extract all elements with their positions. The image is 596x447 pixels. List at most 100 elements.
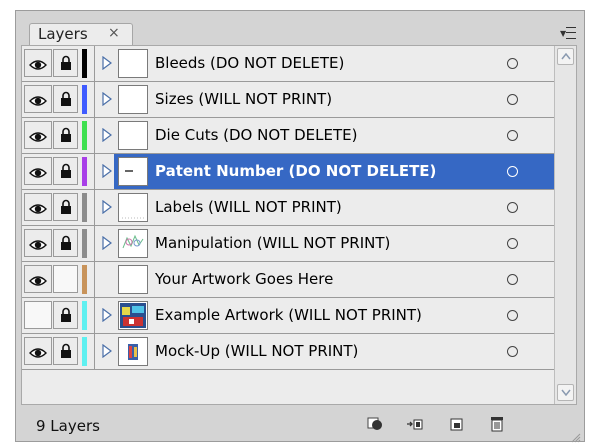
lock-icon [60, 343, 72, 359]
lock-toggle[interactable] [53, 265, 78, 293]
vertical-scrollbar[interactable] [554, 46, 576, 404]
target-circle-icon[interactable] [507, 94, 518, 105]
layer-color-swatch [82, 229, 87, 258]
target-circle-icon[interactable] [507, 310, 518, 321]
layer-thumbnail [118, 301, 148, 330]
lock-toggle[interactable] [53, 337, 78, 365]
layer-row[interactable]: Manipulation (WILL NOT PRINT) [22, 226, 554, 262]
layer-row[interactable]: Patent Number (DO NOT DELETE) [22, 154, 554, 190]
column-divider [94, 334, 95, 370]
target-circle-icon[interactable] [507, 130, 518, 141]
expand-triangle-icon[interactable] [102, 91, 112, 107]
lock-toggle[interactable] [53, 193, 78, 221]
lock-toggle[interactable] [53, 121, 78, 149]
expand-triangle-icon[interactable] [102, 127, 112, 143]
lock-toggle[interactable] [53, 229, 78, 257]
layer-row[interactable]: Mock-Up (WILL NOT PRINT) [22, 334, 554, 370]
make-clipping-mask-icon[interactable] [366, 416, 384, 432]
scroll-down-icon[interactable] [557, 384, 574, 401]
layer-name[interactable]: Labels (WILL NOT PRINT) [155, 198, 342, 216]
eye-icon [29, 165, 47, 178]
target-circle-icon[interactable] [507, 166, 518, 177]
tab-layers[interactable]: Layers × [29, 23, 133, 45]
layer-color-swatch [82, 49, 87, 78]
layer-name[interactable]: Mock-Up (WILL NOT PRINT) [155, 342, 358, 360]
layer-color-swatch [82, 193, 87, 222]
lock-icon [60, 91, 72, 107]
layer-name[interactable]: Sizes (WILL NOT PRINT) [155, 90, 332, 108]
layer-row[interactable]: Sizes (WILL NOT PRINT) [22, 82, 554, 118]
expand-triangle-icon[interactable] [102, 199, 112, 215]
expand-triangle-icon[interactable] [102, 235, 112, 251]
lock-icon [60, 307, 72, 323]
column-divider [94, 190, 95, 226]
layer-thumbnail [118, 337, 148, 366]
eye-icon [29, 201, 47, 214]
layer-color-swatch [82, 121, 87, 150]
visibility-toggle[interactable] [24, 337, 52, 365]
visibility-toggle[interactable] [24, 121, 52, 149]
layer-color-swatch [82, 301, 87, 330]
target-circle-icon[interactable] [507, 274, 518, 285]
expand-triangle-icon[interactable] [102, 163, 112, 179]
lock-toggle[interactable] [53, 157, 78, 185]
visibility-toggle[interactable] [24, 49, 52, 77]
scroll-up-icon[interactable] [557, 48, 574, 65]
layer-thumbnail [118, 85, 148, 114]
visibility-toggle[interactable] [24, 193, 52, 221]
layer-row[interactable]: Your Artwork Goes Here [22, 262, 554, 298]
target-circle-icon[interactable] [507, 238, 518, 249]
visibility-toggle[interactable] [24, 229, 52, 257]
layer-row[interactable]: Bleeds (DO NOT DELETE) [22, 46, 554, 82]
layer-color-swatch [82, 157, 87, 186]
lock-toggle[interactable] [53, 85, 78, 113]
create-sublayer-icon[interactable] [406, 416, 424, 432]
panel-tab-bar: Layers × ▼ [16, 11, 584, 45]
target-circle-icon[interactable] [507, 58, 518, 69]
layer-name[interactable]: Your Artwork Goes Here [155, 270, 333, 288]
layer-color-swatch [82, 265, 87, 294]
layer-name[interactable]: Bleeds (DO NOT DELETE) [155, 54, 344, 72]
lock-toggle[interactable] [53, 301, 78, 329]
visibility-toggle[interactable] [24, 301, 52, 329]
expand-triangle-icon[interactable] [102, 55, 112, 71]
delete-layer-icon[interactable] [488, 416, 506, 432]
visibility-toggle[interactable] [24, 157, 52, 185]
layers-panel: Layers × ▼ Bleeds (DO NOT DELETE) Sizes (… [15, 10, 585, 443]
panel-footer: 9 Layers [16, 406, 584, 443]
lock-icon [60, 127, 72, 143]
visibility-toggle[interactable] [24, 265, 52, 293]
panel-menu-icon[interactable]: ▼ [560, 27, 576, 39]
column-divider [94, 118, 95, 154]
lock-toggle[interactable] [53, 49, 78, 77]
column-divider [94, 46, 95, 82]
lock-icon [60, 55, 72, 71]
layer-row[interactable]: Example Artwork (WILL NOT PRINT) [22, 298, 554, 334]
column-divider [94, 82, 95, 118]
column-divider [94, 226, 95, 262]
visibility-toggle[interactable] [24, 85, 52, 113]
layer-thumbnail [118, 157, 148, 186]
layer-row[interactable]: Die Cuts (DO NOT DELETE) [22, 118, 554, 154]
target-circle-icon[interactable] [507, 346, 518, 357]
close-icon[interactable]: × [108, 25, 120, 41]
layer-name[interactable]: Die Cuts (DO NOT DELETE) [155, 126, 357, 144]
layer-row[interactable]: Labels (WILL NOT PRINT) [22, 190, 554, 226]
layer-name[interactable]: Manipulation (WILL NOT PRINT) [155, 234, 390, 252]
expand-triangle-icon[interactable] [102, 307, 112, 323]
create-new-layer-icon[interactable] [448, 416, 466, 432]
layer-thumbnail [118, 193, 148, 222]
tab-label: Layers [38, 25, 88, 43]
layer-color-swatch [82, 85, 87, 114]
lock-icon [60, 235, 72, 251]
eye-icon [29, 57, 47, 70]
resize-grip-icon[interactable] [571, 429, 581, 443]
eye-icon [29, 129, 47, 142]
layer-thumbnail [118, 121, 148, 150]
eye-icon [29, 345, 47, 358]
target-circle-icon[interactable] [507, 202, 518, 213]
layer-name[interactable]: Patent Number (DO NOT DELETE) [155, 162, 436, 180]
layer-name[interactable]: Example Artwork (WILL NOT PRINT) [155, 306, 422, 324]
column-divider [94, 298, 95, 334]
expand-triangle-icon[interactable] [102, 343, 112, 359]
